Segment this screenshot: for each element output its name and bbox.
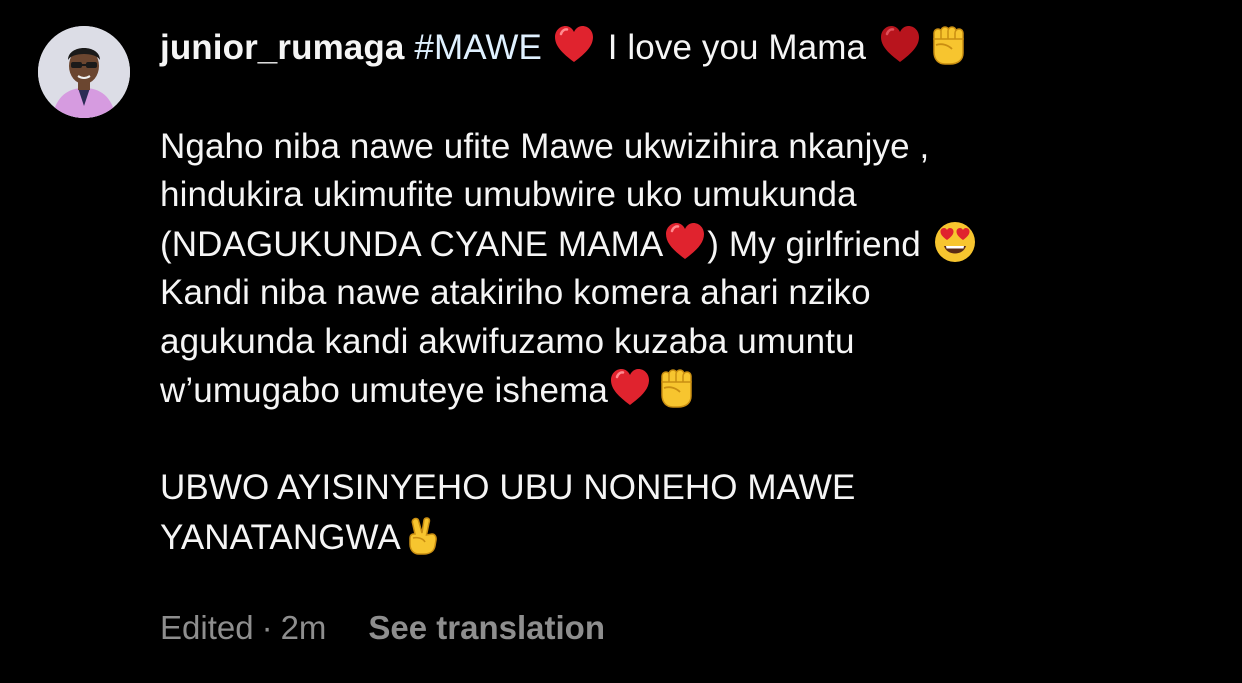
comment-line: Ngaho niba nawe ufite Mawe ukwizihira nk… [160, 126, 930, 166]
comment-line-1: junior_rumaga #MAWE I love you Mama [160, 22, 1220, 74]
comment-line: UBWO AYISINYEHO UBU NONEHO MAWE [160, 468, 856, 507]
hashtag-link[interactable]: #MAWE [414, 28, 542, 67]
red-heart-emoji-icon [663, 220, 707, 264]
username-link[interactable]: junior_rumaga [160, 28, 404, 67]
comment-line: (NDAGUKUNDA CYANE MAMA ) My girlfriend [160, 220, 1220, 270]
red-heart-emoji-icon [878, 23, 922, 67]
red-heart-emoji-icon [552, 23, 596, 67]
comment-line: w’umugabo umuteye ishema [160, 366, 1220, 416]
comment-line: agukunda kandi akwifuzamo kuzaba umuntu [160, 321, 855, 361]
avatar[interactable] [38, 26, 130, 118]
love-text: I love you Mama [607, 28, 867, 67]
see-translation-button[interactable]: See translation [368, 609, 605, 646]
comment-body: junior_rumaga #MAWE I love you Mama Ngaho… [160, 22, 1220, 562]
raised-fist-emoji-icon [926, 23, 970, 67]
comment-line: Kandi niba nawe atakiriho komera ahari n… [160, 273, 871, 312]
comment-text: YANATANGWA [160, 517, 401, 557]
comment-footer: Edited · 2m See translation [160, 606, 605, 650]
comment-text: ) My girlfriend [707, 224, 921, 264]
comment-line: hindukira ukimufite umubwire uko umukund… [160, 175, 857, 214]
comment-text: w’umugabo umuteye ishema [160, 371, 608, 410]
timestamp: 2m [280, 609, 327, 646]
comment-line: YANATANGWA [160, 513, 1220, 563]
comment-text: (NDAGUKUNDA CYANE MAMA [160, 224, 664, 264]
heart-eyes-emoji-icon [933, 220, 977, 264]
raised-fist-emoji-icon [654, 366, 698, 410]
edited-label: Edited [160, 609, 254, 646]
separator-dot: · [261, 609, 273, 646]
red-heart-emoji-icon [608, 366, 652, 410]
victory-hand-emoji-icon [401, 513, 445, 557]
